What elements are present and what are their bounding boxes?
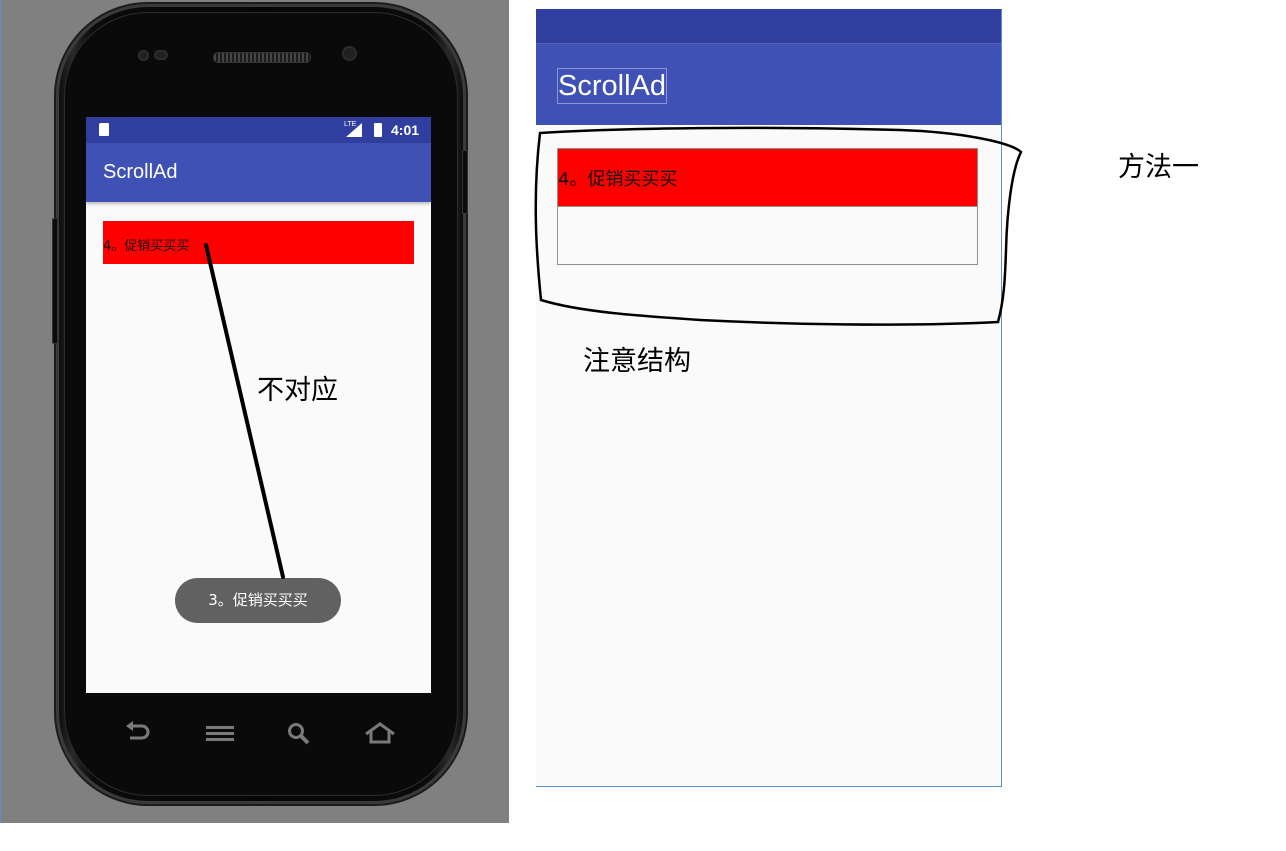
preview-app-title[interactable]: ScrollAd <box>557 68 667 104</box>
home-icon[interactable] <box>364 722 396 750</box>
preview-ad-banner[interactable]: 4。促销买买买 <box>558 149 977 207</box>
toast-message: 3。促销买买买 <box>175 578 341 623</box>
preview-app-bar: ScrollAd <box>536 44 1001 125</box>
preview-ad-container[interactable]: 4。促销买买买 <box>557 148 978 265</box>
proximity-sensor-icon <box>342 46 357 61</box>
annotation-method: 方法一 <box>1118 152 1199 183</box>
menu-icon[interactable] <box>206 724 234 749</box>
preview-status-bar <box>536 9 1001 44</box>
layout-preview-panel: ScrollAd 4。促销买买买 <box>536 9 1002 787</box>
preview-ad-text: 4。促销买买买 <box>558 169 678 190</box>
ad-text: 4。促销买买买 <box>103 239 190 254</box>
scroll-ad-banner[interactable]: 4。促销买买买 <box>103 221 414 264</box>
battery-icon <box>374 123 382 137</box>
annotation-mismatch: 不对应 <box>257 375 338 406</box>
back-icon[interactable] <box>124 720 152 750</box>
network-type: LTE <box>344 121 357 128</box>
app-bar: ScrollAd <box>86 143 431 202</box>
status-time: 4:01 <box>391 122 420 138</box>
earpiece-speaker <box>213 52 311 63</box>
volume-button[interactable] <box>52 218 58 344</box>
search-icon[interactable] <box>287 722 311 752</box>
annotation-note-structure: 注意结构 <box>583 346 691 377</box>
power-button[interactable] <box>462 150 468 214</box>
app-title: ScrollAd <box>103 161 178 183</box>
sd-card-icon <box>99 123 109 136</box>
sensor-icon <box>154 50 168 60</box>
status-bar: LTE 4:01 <box>86 117 431 143</box>
front-camera-icon <box>138 50 149 61</box>
